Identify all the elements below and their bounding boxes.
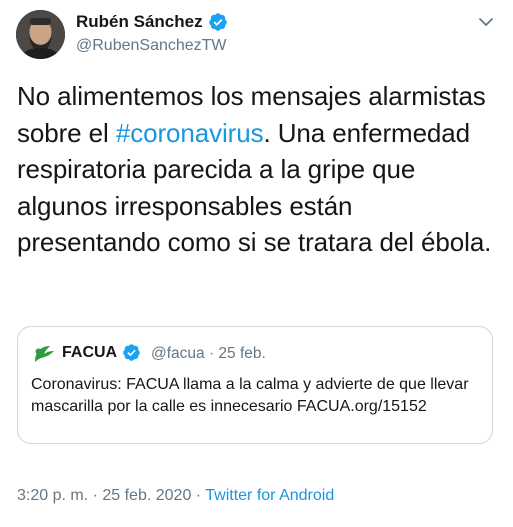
facua-logo-icon: [35, 346, 54, 362]
verified-badge-icon: [123, 344, 140, 361]
verified-badge-icon: [208, 13, 227, 31]
tweet-source-link[interactable]: Twitter for Android: [205, 487, 334, 504]
tweet-text: No alimentemos los mensajes alarmistas s…: [17, 78, 502, 261]
tweet-timestamp[interactable]: 3:20 p. m. · 25 feb. 2020 ·: [17, 487, 205, 504]
hashtag-link[interactable]: #coronavirus: [116, 118, 264, 148]
quoted-author-name[interactable]: FACUA: [62, 344, 117, 362]
tweet-card: Rubén Sánchez @RubenSanchezTW No aliment…: [0, 0, 513, 527]
chevron-down-icon[interactable]: [478, 14, 494, 30]
quoted-handle-date: @facua · 25 feb.: [151, 345, 266, 362]
author-display-name[interactable]: Rubén Sánchez: [76, 12, 203, 32]
quoted-tweet[interactable]: FACUA @facua · 25 feb. Coronavirus: FACU…: [17, 326, 493, 444]
quoted-tweet-text: Coronavirus: FACUA llama a la calma y ad…: [31, 376, 469, 415]
author-handle[interactable]: @RubenSanchezTW: [76, 37, 227, 55]
tweet-metadata: 3:20 p. m. · 25 feb. 2020 · Twitter for …: [17, 487, 334, 505]
author-avatar[interactable]: [16, 10, 65, 59]
